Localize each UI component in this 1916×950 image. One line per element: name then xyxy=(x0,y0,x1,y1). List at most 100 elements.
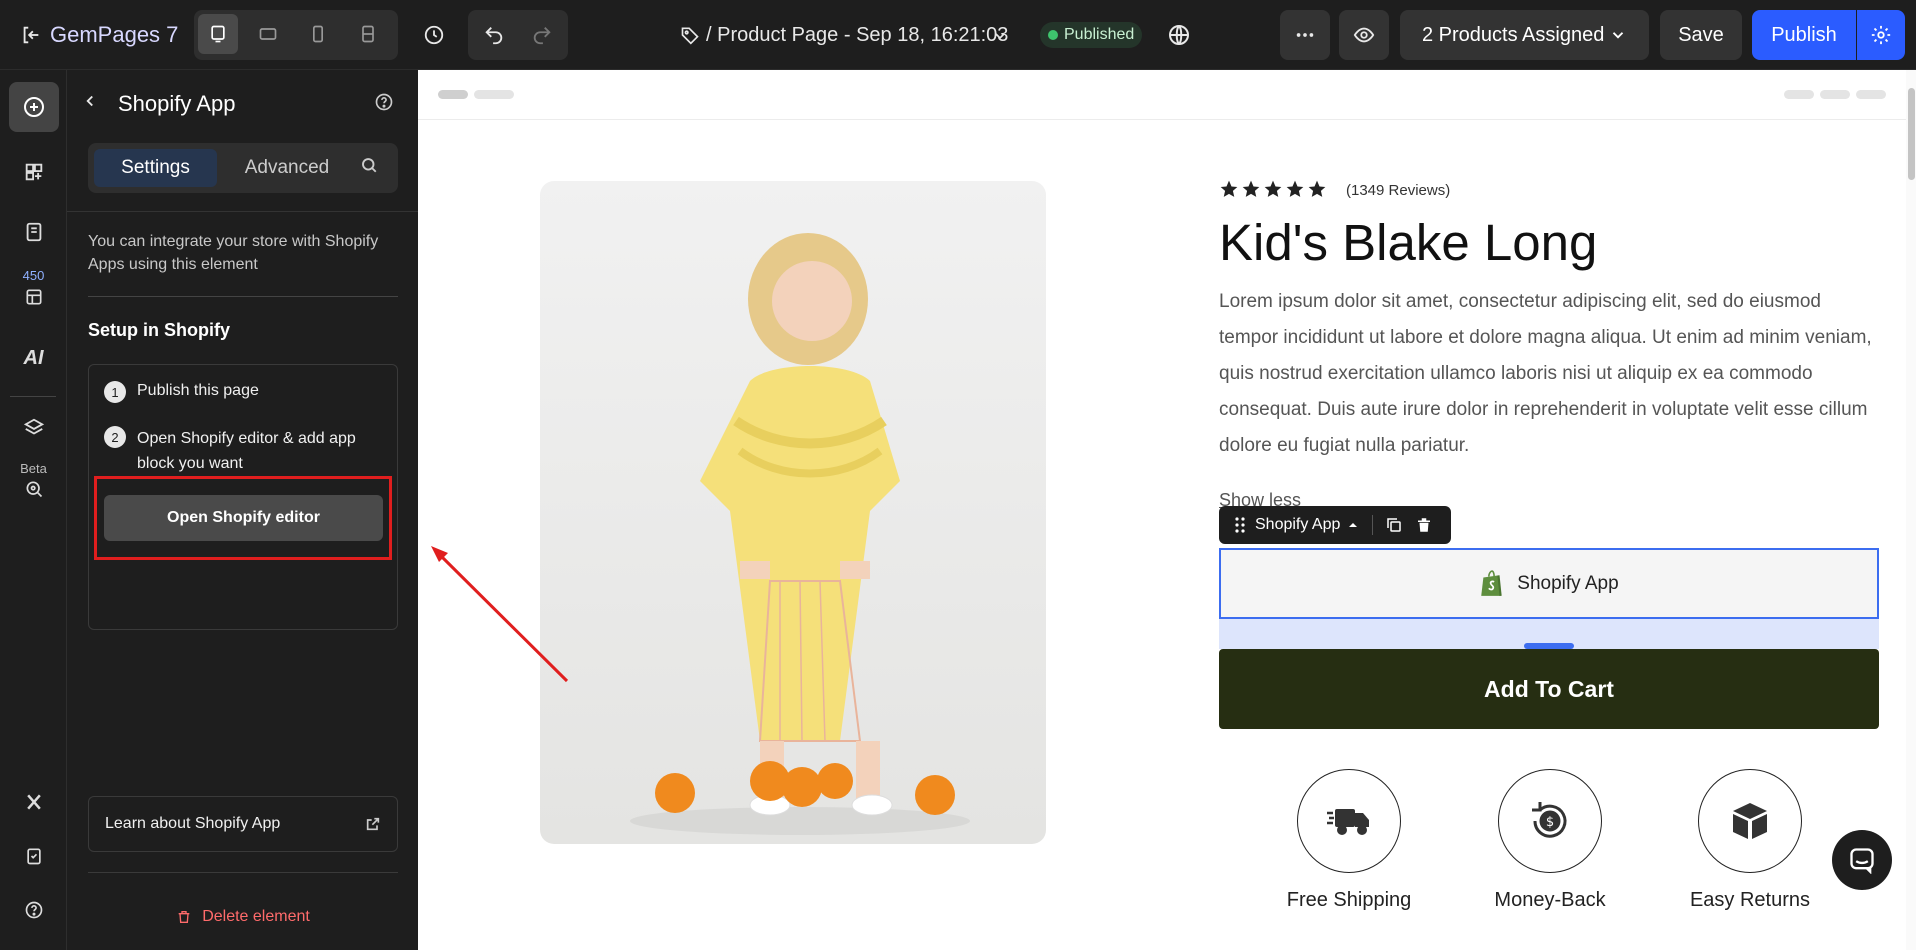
description-line: dolore eu fugiat nulla pariatur. xyxy=(1219,435,1470,456)
breadcrumb-placeholder xyxy=(474,90,514,99)
save-button[interactable]: Save xyxy=(1660,10,1742,60)
star-icon xyxy=(1220,180,1238,197)
canvas-header-divider xyxy=(418,119,1908,120)
products-assigned-dropdown[interactable]: 2 Products Assigned xyxy=(1400,10,1649,60)
sections-icon[interactable] xyxy=(0,152,67,192)
duplicate-icon[interactable] xyxy=(1385,516,1403,534)
custom-size-icon[interactable] xyxy=(348,14,388,54)
history-icon[interactable] xyxy=(414,15,454,55)
delete-element-button[interactable]: Delete element xyxy=(88,902,398,932)
desktop-icon[interactable] xyxy=(198,14,238,54)
star-icon xyxy=(1286,180,1304,197)
open-shopify-editor-button[interactable]: Open Shopify editor xyxy=(104,495,383,541)
layers-icon[interactable] xyxy=(0,408,67,448)
add-to-cart-button[interactable]: Add To Cart xyxy=(1219,649,1879,729)
caret-up-icon[interactable] xyxy=(1348,520,1358,530)
feature-label: Free Shipping xyxy=(1286,889,1412,911)
top-bar: GemPages 7 / Product Page - Sep 18, 16:2… xyxy=(0,0,1916,70)
settings-panel: Shopify App Settings Advanced You can in… xyxy=(67,70,418,950)
checklist-icon[interactable] xyxy=(0,836,67,876)
chevron-down-icon[interactable] xyxy=(988,24,1012,48)
step-text: Publish this page xyxy=(137,382,259,399)
element-toolbar-label[interactable]: Shopify App xyxy=(1255,516,1340,534)
learn-label: Learn about Shopify App xyxy=(105,815,281,832)
panel-title: Shopify App xyxy=(118,91,236,116)
preview-icon[interactable] xyxy=(1339,10,1389,60)
panel-divider xyxy=(67,211,418,212)
shopify-app-label: Shopify App xyxy=(1517,572,1619,594)
description-line: quis nostrud exercitation ullamco labori… xyxy=(1219,363,1813,384)
step-number: 2 xyxy=(104,426,126,448)
tab-settings[interactable]: Settings xyxy=(94,149,217,187)
drag-handle-icon[interactable] xyxy=(1233,516,1247,534)
undo-icon[interactable] xyxy=(474,15,514,55)
publish-button[interactable]: Publish xyxy=(1752,10,1856,60)
page-title[interactable]: / Product Page - Sep 18, 16:21:03 xyxy=(706,20,1008,50)
ai-icon[interactable]: AI xyxy=(0,338,67,378)
theme-style-icon[interactable] xyxy=(0,476,67,502)
feature-label: Money-Back xyxy=(1494,889,1606,911)
tab-advanced[interactable]: Advanced xyxy=(222,149,352,187)
panel-bottom-divider xyxy=(88,872,398,873)
apps-icon[interactable] xyxy=(0,284,67,310)
publish-settings-icon[interactable] xyxy=(1857,10,1905,60)
x-brand-icon[interactable] xyxy=(0,782,67,822)
step-number: 1 xyxy=(104,381,126,403)
element-toolbar: Shopify App xyxy=(1219,506,1451,544)
chat-launcher[interactable] xyxy=(1832,830,1892,890)
redo-icon[interactable] xyxy=(522,15,562,55)
setup-heading: Setup in Shopify xyxy=(88,320,230,340)
chat-icon xyxy=(1850,848,1874,874)
help-icon[interactable] xyxy=(0,890,67,930)
brand-logo: GemPages 7 xyxy=(50,22,179,47)
info-icon[interactable] xyxy=(374,92,398,116)
product-description: Lorem ipsum dolor sit amet, consectetur … xyxy=(1219,284,1889,464)
scrollbar-thumb[interactable] xyxy=(1908,88,1915,180)
star-icon xyxy=(1242,180,1260,197)
left-rail: 450 AI Beta xyxy=(0,70,67,950)
header-placeholder xyxy=(1784,90,1814,99)
more-options-icon[interactable] xyxy=(1280,10,1330,60)
products-assigned-label: 2 Products Assigned xyxy=(1422,23,1605,46)
learn-link[interactable]: Learn about Shopify App xyxy=(88,796,398,852)
header-placeholder xyxy=(1856,90,1886,99)
status-text: Published xyxy=(1064,26,1135,43)
step-text: Open Shopify editor & add app block you … xyxy=(137,430,356,472)
exit-icon[interactable] xyxy=(18,22,44,48)
header-placeholder xyxy=(1820,90,1850,99)
mobile-icon[interactable] xyxy=(298,14,338,54)
tag-icon xyxy=(678,22,702,48)
editor-canvas[interactable]: (1349 Reviews) Kid's Blake Long Lorem ip… xyxy=(418,70,1916,950)
feature-label: Easy Returns xyxy=(1689,889,1811,911)
toolbar-divider xyxy=(1372,515,1374,535)
back-icon[interactable] xyxy=(81,92,105,116)
shopify-app-block[interactable]: Shopify App xyxy=(1219,548,1879,619)
delete-label: Delete element xyxy=(202,908,310,925)
pages-icon[interactable] xyxy=(0,212,67,252)
search-icon[interactable] xyxy=(360,156,384,180)
trash-icon[interactable] xyxy=(1415,516,1433,534)
box-icon xyxy=(1698,769,1802,873)
shopify-bag-icon xyxy=(1481,569,1502,596)
trash-icon xyxy=(178,911,190,923)
truck-icon xyxy=(1297,769,1401,873)
svg-text:$: $ xyxy=(1546,815,1554,830)
product-image[interactable] xyxy=(540,181,1046,844)
status-badge: Published xyxy=(1040,22,1143,48)
feature-easy-returns: Easy Returns xyxy=(1640,769,1860,912)
description-line: Lorem ipsum dolor sit amet, consectetur … xyxy=(1219,291,1821,312)
review-count: (1349 Reviews) xyxy=(1346,182,1451,199)
beta-label: Beta xyxy=(20,460,47,476)
add-element-icon[interactable] xyxy=(0,82,67,132)
tablet-landscape-icon[interactable] xyxy=(248,14,288,54)
rail-divider xyxy=(10,396,56,397)
external-link-icon xyxy=(366,817,380,831)
money-back-icon: $ xyxy=(1498,769,1602,873)
star-icon xyxy=(1308,180,1326,197)
language-icon[interactable] xyxy=(1164,20,1194,50)
product-title: Kid's Blake Long xyxy=(1219,214,1598,271)
breadcrumb-placeholder xyxy=(438,90,468,99)
panel-description: You can integrate your store with Shopif… xyxy=(88,233,379,273)
description-line: tempor incididunt ut labore et dolore ma… xyxy=(1219,327,1872,348)
feature-free-shipping: Free Shipping xyxy=(1239,769,1459,912)
